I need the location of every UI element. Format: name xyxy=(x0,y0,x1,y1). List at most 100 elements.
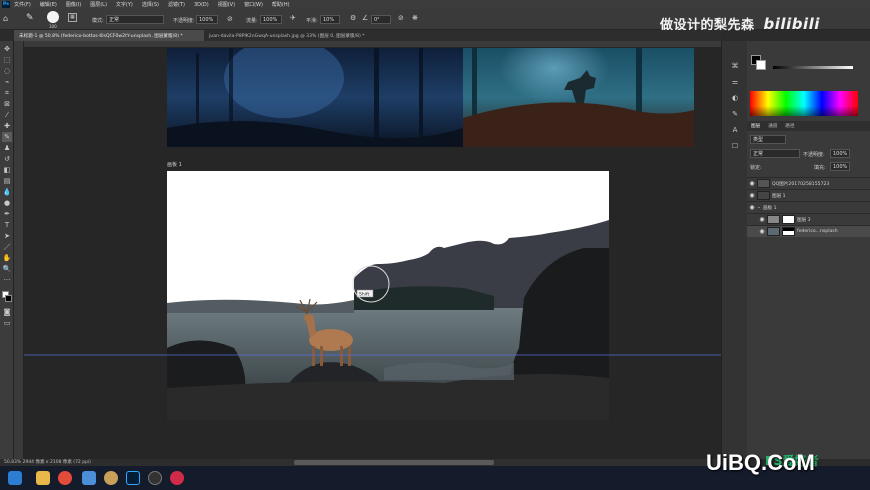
photoshop-taskbar-icon[interactable] xyxy=(126,471,140,485)
layer-name[interactable]: 画板 1 xyxy=(763,205,777,211)
layer-name[interactable]: 图层 3 xyxy=(797,217,811,223)
pressure-size-icon[interactable]: ⊘ xyxy=(398,14,404,22)
dodge-tool-icon[interactable]: ● xyxy=(2,198,12,208)
background-color-swatch[interactable] xyxy=(5,295,12,302)
gradient-tool-icon[interactable]: ▤ xyxy=(2,176,12,186)
clone-stamp-tool-icon[interactable]: ♟ xyxy=(2,143,12,153)
move-tool-icon[interactable]: ✥ xyxy=(2,44,12,54)
horizontal-ruler[interactable] xyxy=(24,41,721,48)
menu-layer[interactable]: 图层(L) xyxy=(90,1,107,8)
quick-mask-icon[interactable]: ◙ xyxy=(2,307,12,317)
more-tools-icon[interactable]: ··· xyxy=(2,275,12,285)
symmetry-icon[interactable]: ❋ xyxy=(412,14,418,22)
menu-window[interactable]: 窗口(W) xyxy=(244,1,263,8)
color-spectrum[interactable] xyxy=(750,91,858,116)
layer-row[interactable]: ◉ 图层 1 xyxy=(747,189,870,201)
angle-input[interactable]: 0° xyxy=(371,15,391,24)
shape-tool-icon[interactable]: ／ xyxy=(2,242,12,252)
layer-name[interactable]: QQ图片20170258155723 xyxy=(772,181,829,187)
menu-filter[interactable]: 滤镜(T) xyxy=(168,1,185,8)
layer-kind-select[interactable]: 类型 xyxy=(750,135,786,144)
hand-tool-icon[interactable]: ✋ xyxy=(2,253,12,263)
properties-panel-icon[interactable]: ⚌ xyxy=(730,77,740,87)
artboard-label[interactable]: 画板 1 xyxy=(167,161,182,168)
app-icon[interactable] xyxy=(82,471,96,485)
app-icon[interactable] xyxy=(148,471,162,485)
brush-preset-picker[interactable] xyxy=(47,11,59,23)
artboard-top-images[interactable] xyxy=(167,48,694,147)
visibility-eye-icon[interactable]: ◉ xyxy=(747,180,757,187)
layer-mask-thumbnail[interactable] xyxy=(782,227,795,236)
crop-tool-icon[interactable]: ⌗ xyxy=(2,88,12,98)
screen-mode-icon[interactable]: ▭ xyxy=(2,318,12,328)
layer-name[interactable]: 图层 1 xyxy=(772,193,786,199)
layer-mask-thumbnail[interactable] xyxy=(782,215,795,224)
brush-tool-icon[interactable]: ✎ xyxy=(26,13,34,23)
opacity-input[interactable]: 100% xyxy=(196,15,218,24)
quick-select-tool-icon[interactable]: ⌁ xyxy=(2,77,12,87)
blend-mode-select[interactable]: 正常 xyxy=(750,149,800,158)
vertical-ruler[interactable] xyxy=(14,41,24,459)
lasso-tool-icon[interactable]: ◌ xyxy=(2,66,12,76)
visibility-eye-icon[interactable]: ◉ xyxy=(757,228,767,235)
layer-opacity-input[interactable]: 100% xyxy=(830,149,850,158)
visibility-eye-icon[interactable]: ◉ xyxy=(747,204,757,211)
smoothing-input[interactable]: 10% xyxy=(320,15,340,24)
type-tool-icon[interactable]: T xyxy=(2,220,12,230)
menu-edit[interactable]: 编辑(E) xyxy=(40,1,57,8)
menu-help[interactable]: 帮助(H) xyxy=(272,1,290,8)
healing-brush-tool-icon[interactable]: ✚ xyxy=(2,121,12,131)
brush-settings-icon[interactable]: ▦ xyxy=(68,13,77,22)
chrome-icon[interactable] xyxy=(58,471,72,485)
windows-start-icon[interactable] xyxy=(8,471,22,485)
layer-row[interactable]: ◉ federico...nsplash xyxy=(747,225,870,237)
tab-document-1[interactable]: 未标题-1 @ 50.8% (federico-bottos-6IsQCF0w2… xyxy=(14,30,204,41)
pressure-opacity-icon[interactable]: ⊘ xyxy=(227,15,233,23)
eyedropper-tool-icon[interactable]: ⁄ xyxy=(2,110,12,120)
menu-view[interactable]: 视图(V) xyxy=(218,1,235,8)
brush-panel-icon[interactable]: ✎ xyxy=(730,109,740,119)
menu-type[interactable]: 文字(Y) xyxy=(116,1,133,8)
frame-tool-icon[interactable]: ⊠ xyxy=(2,99,12,109)
visibility-eye-icon[interactable]: ◉ xyxy=(757,216,767,223)
layer-name[interactable]: federico...nsplash xyxy=(797,229,838,234)
blur-tool-icon[interactable]: 💧 xyxy=(2,187,12,197)
visibility-eye-icon[interactable]: ◉ xyxy=(747,192,757,199)
menu-file[interactable]: 文件(F) xyxy=(14,1,31,8)
menu-select[interactable]: 选择(S) xyxy=(142,1,159,8)
tab-channels[interactable]: 通道 xyxy=(764,123,781,129)
canvas-artwork[interactable]: 画板 1 Shift xyxy=(24,48,721,459)
pen-tool-icon[interactable]: ✒ xyxy=(2,209,12,219)
layer-row[interactable]: ◉ 图层 3 xyxy=(747,213,870,225)
scrollbar-thumb[interactable] xyxy=(294,460,494,465)
mode-select[interactable]: 正常 xyxy=(106,15,164,24)
libraries-panel-icon[interactable]: ☐ xyxy=(730,141,740,151)
tab-document-2[interactable]: juan-davila-P8PlK2nGwqA-unsplash.jpg @ 3… xyxy=(204,30,394,41)
smoothing-settings-icon[interactable]: ⚙ xyxy=(350,14,356,22)
marquee-tool-icon[interactable]: ⬚ xyxy=(2,55,12,65)
home-icon[interactable]: ⌂ xyxy=(3,14,8,23)
artboard-main[interactable]: Shift xyxy=(167,171,609,420)
menu-image[interactable]: 图像(I) xyxy=(66,1,81,8)
file-explorer-icon[interactable] xyxy=(36,471,50,485)
tab-layers[interactable]: 图层 xyxy=(747,123,764,129)
ps-logo-icon[interactable]: Ps xyxy=(2,1,10,8)
zoom-tool-icon[interactable]: 🔍 xyxy=(2,264,12,274)
tab-paths[interactable]: 路径 xyxy=(781,123,798,129)
brush-tool-icon[interactable]: ✎ xyxy=(2,132,12,142)
app-icon[interactable] xyxy=(104,471,118,485)
history-brush-tool-icon[interactable]: ↺ xyxy=(2,154,12,164)
history-panel-icon[interactable]: ⌘ xyxy=(730,61,740,71)
artboard-group-row[interactable]: ◉ ⌄ 画板 1 xyxy=(747,201,870,213)
flow-input[interactable]: 100% xyxy=(260,15,282,24)
adjustments-panel-icon[interactable]: ◐ xyxy=(730,93,740,103)
path-select-tool-icon[interactable]: ➤ xyxy=(2,231,12,241)
airbrush-icon[interactable]: ✈ xyxy=(290,14,296,22)
lightness-slider[interactable] xyxy=(773,66,853,69)
background-color-large[interactable] xyxy=(756,60,766,70)
canvas-area[interactable]: 画板 1 Shift xyxy=(24,48,721,459)
app-icon[interactable] xyxy=(170,471,184,485)
fill-input[interactable]: 100% xyxy=(830,162,850,171)
layer-row[interactable]: ◉ QQ图片20170258155723 xyxy=(747,177,870,189)
character-panel-icon[interactable]: A xyxy=(730,125,740,135)
